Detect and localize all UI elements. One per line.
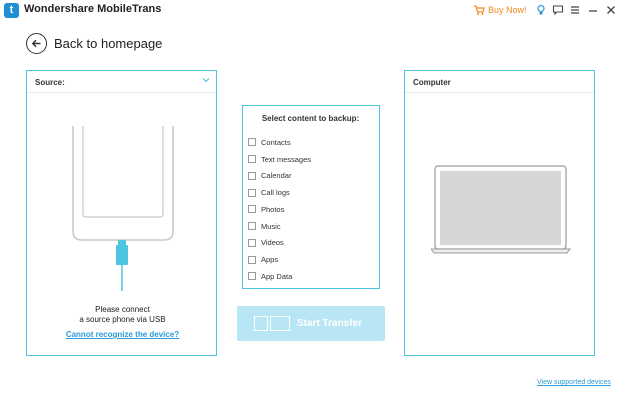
content-option-row[interactable]: Text messages bbox=[248, 151, 311, 168]
source-panel: Source: Please connect a source phone vi… bbox=[26, 70, 217, 356]
transfer-icon bbox=[254, 316, 290, 331]
checkbox[interactable] bbox=[248, 238, 256, 247]
checkbox[interactable] bbox=[248, 138, 256, 147]
menu-icon[interactable] bbox=[569, 4, 581, 16]
checkbox[interactable] bbox=[248, 205, 256, 214]
app-title: Wondershare MobileTrans bbox=[24, 3, 162, 15]
content-option-label: Photos bbox=[261, 204, 285, 214]
start-transfer-button[interactable]: Start Transfer bbox=[237, 306, 385, 341]
checkbox[interactable] bbox=[248, 255, 256, 264]
phone-illustration bbox=[72, 126, 174, 291]
content-option-label: Music bbox=[261, 221, 281, 231]
buy-now-label: Buy Now! bbox=[488, 5, 527, 15]
content-option-label: Call logs bbox=[261, 188, 290, 198]
content-option-row[interactable]: Music bbox=[248, 218, 311, 235]
chevron-down-icon[interactable] bbox=[202, 76, 210, 84]
checkbox[interactable] bbox=[248, 171, 256, 180]
select-content-box: Select content to backup: Contacts Text m… bbox=[242, 105, 380, 289]
panel-divider bbox=[27, 92, 216, 93]
computer-header: Computer bbox=[413, 78, 451, 87]
content-option-row[interactable]: App Data bbox=[248, 268, 311, 285]
checkbox[interactable] bbox=[248, 222, 256, 231]
content-option-row[interactable]: Videos bbox=[248, 235, 311, 252]
title-bar: t Wondershare MobileTrans Buy Now! bbox=[0, 0, 623, 20]
checkbox[interactable] bbox=[248, 155, 256, 164]
content-option-row[interactable]: Call logs bbox=[248, 184, 311, 201]
connect-instructions: Please connect a source phone via USB bbox=[27, 305, 218, 325]
lightbulb-icon[interactable] bbox=[535, 4, 547, 16]
back-to-homepage-button[interactable]: Back to homepage bbox=[26, 33, 162, 54]
close-icon[interactable] bbox=[605, 4, 617, 16]
app-logo: t bbox=[4, 3, 19, 18]
cart-icon bbox=[474, 5, 485, 15]
buy-now-button[interactable]: Buy Now! bbox=[473, 3, 527, 17]
content-checkbox-list: Contacts Text messages Calendar Call logs Ph… bbox=[248, 134, 311, 285]
computer-panel: Computer bbox=[404, 70, 595, 356]
content-option-label: Contacts bbox=[261, 137, 291, 147]
content-option-row[interactable]: Calendar bbox=[248, 168, 311, 185]
checkbox[interactable] bbox=[248, 272, 256, 281]
connect-line-2: a source phone via USB bbox=[79, 315, 166, 324]
connect-line-1: Please connect bbox=[95, 305, 150, 314]
back-label: Back to homepage bbox=[54, 36, 163, 51]
cannot-recognize-link[interactable]: Cannot recognize the device? bbox=[27, 330, 218, 339]
content-option-row[interactable]: Contacts bbox=[248, 134, 311, 151]
start-transfer-label: Start Transfer bbox=[297, 318, 363, 329]
content-option-label: Calendar bbox=[261, 171, 292, 181]
view-supported-devices-link[interactable]: View supported devices bbox=[537, 379, 611, 386]
minimize-icon[interactable] bbox=[587, 4, 599, 16]
select-content-title: Select content to backup: bbox=[261, 114, 360, 123]
back-arrow-icon bbox=[26, 33, 47, 54]
feedback-icon[interactable] bbox=[552, 4, 564, 16]
content-option-row[interactable]: Photos bbox=[248, 201, 311, 218]
checkbox[interactable] bbox=[248, 188, 256, 197]
content-option-label: Videos bbox=[261, 238, 284, 248]
content-option-label: App Data bbox=[261, 271, 293, 281]
content-option-label: Text messages bbox=[261, 154, 312, 164]
panel-divider bbox=[405, 92, 594, 93]
source-header: Source: bbox=[35, 78, 65, 87]
laptop-illustration bbox=[431, 165, 571, 254]
content-option-label: Apps bbox=[261, 255, 279, 265]
content-option-row[interactable]: Apps bbox=[248, 251, 311, 268]
